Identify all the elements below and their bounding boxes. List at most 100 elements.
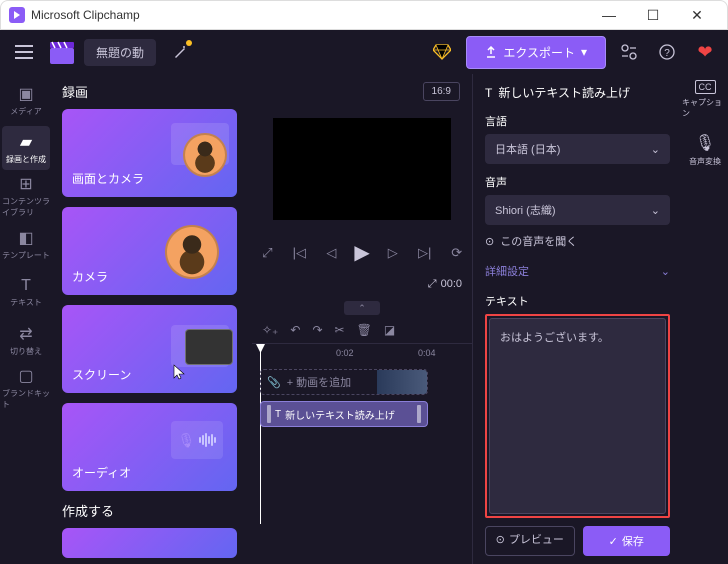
tts-text-input[interactable]: おはようございます。 [489, 318, 666, 514]
export-button[interactable]: エクスポート ▾ [466, 36, 606, 69]
audio-convert-label: 音声変換 [689, 156, 721, 167]
captions-button[interactable]: CC キャプション [682, 80, 728, 119]
expand-timeline-icon[interactable]: ⤢ [428, 278, 437, 291]
expand-button[interactable]: ⤢ [258, 245, 276, 261]
nav-library[interactable]: ⊞コンテンツライブラリ [2, 174, 50, 218]
nav-templates[interactable]: ◧テンプレート [2, 222, 50, 266]
chevron-down-icon: ▾ [581, 45, 587, 59]
microphone-icon: 🎙 [178, 432, 196, 449]
skip-start-button[interactable]: |◁ [290, 245, 308, 261]
play-button[interactable]: ▶ [354, 240, 369, 265]
clipchamp-icon [9, 7, 25, 23]
card-label: カメラ [72, 268, 108, 285]
transport-controls: ⤢ |◁ ◁ ▶ ▷ ▷| ⟳ [258, 240, 465, 265]
time-display: ⤢ 00:0 [428, 278, 462, 291]
magic-wand-button[interactable] [164, 36, 196, 68]
tts-text-highlight: おはようございます。 [485, 314, 670, 518]
card-screen-camera[interactable]: 画面とカメラ [62, 109, 237, 197]
nav-record[interactable]: ▰ 録画と作成 [2, 126, 50, 170]
voice-label: 音声 [485, 174, 670, 190]
prev-frame-button[interactable]: ◁ [322, 245, 340, 261]
tts-clip[interactable]: T 新しいテキスト読み上げ [260, 401, 428, 427]
clip-handle-left[interactable] [267, 405, 271, 423]
advanced-settings-toggle[interactable]: 詳細設定 ⌄ [485, 257, 670, 285]
time-elapsed: 00:0 [441, 278, 462, 291]
voice-dropdown[interactable]: Shiori (志織) ⌄ [485, 195, 670, 225]
tts-panel: T 新しいテキスト読み上げ 言語 日本語 (日本) ⌄ 音声 Shiori (志… [472, 74, 682, 564]
delete-button[interactable]: 🗑 [357, 323, 372, 337]
screen-preview-icon [171, 325, 229, 367]
preview-label: プレビュー [509, 534, 564, 547]
preview-button[interactable]: ⊙ プレビュー [485, 526, 575, 556]
waveform-icon [199, 433, 216, 447]
next-frame-button[interactable]: ▷ [384, 245, 402, 261]
typography-icon: T [485, 86, 492, 100]
captions-label: キャプション [682, 97, 728, 119]
check-icon: ✓ [609, 535, 618, 548]
clapperboard-icon [48, 38, 76, 66]
card-label: 画面とカメラ [72, 170, 144, 187]
language-dropdown[interactable]: 日本語 (日本) ⌄ [485, 134, 670, 164]
transition-icon: ⇄ [19, 324, 32, 344]
voice-value: Shiori (志織) [495, 202, 556, 218]
project-title[interactable]: 無題の動 [84, 39, 156, 66]
card-screen[interactable]: スクリーン [62, 305, 237, 393]
video-canvas[interactable] [273, 118, 451, 220]
top-toolbar: 無題の動 エクスポート ▾ ? ❤ [0, 30, 728, 74]
time-tick: 0:04 [418, 348, 436, 358]
nav-text[interactable]: Tテキスト [2, 270, 50, 314]
menu-button[interactable] [8, 36, 40, 68]
minimize-button[interactable]: — [587, 0, 631, 30]
play-circle-icon: ⊙ [496, 534, 505, 547]
nav-label: メディア [10, 106, 41, 117]
card-create-item[interactable] [62, 528, 237, 558]
cc-icon: CC [695, 80, 716, 94]
settings-button[interactable] [614, 37, 644, 67]
card-label: オーディオ [72, 464, 131, 481]
cursor-icon [173, 364, 187, 383]
split-button[interactable]: ◪ [384, 323, 395, 337]
video-thumbnail [377, 370, 427, 394]
help-button[interactable]: ? [652, 37, 682, 67]
text-label: テキスト [485, 293, 670, 309]
redo-button[interactable]: ↷ [312, 323, 322, 337]
canvas-area: 16:9 ⤢ |◁ ◁ ▶ ▷ ▷| ⟳ ⤢ 00:0 [252, 74, 472, 299]
save-button[interactable]: ✓ 保存 [583, 526, 671, 556]
time-tick: 0:02 [336, 348, 354, 358]
nav-brandkit[interactable]: ▢ブランドキット [2, 366, 50, 410]
aspect-ratio-button[interactable]: 16:9 [423, 82, 460, 101]
card-label: スクリーン [72, 366, 131, 383]
notification-dot [186, 40, 192, 46]
nav-label: ブランドキット [2, 388, 50, 410]
card-camera[interactable]: カメラ [62, 207, 237, 295]
panel-expander[interactable]: ⌃ [252, 299, 472, 317]
nav-transitions[interactable]: ⇄切り替え [2, 318, 50, 362]
panel-header-record: 録画 [62, 82, 242, 101]
skip-end-button[interactable]: ▷| [416, 245, 434, 261]
timeline-ruler[interactable]: 0:02 0:04 [252, 343, 472, 365]
undo-button[interactable]: ↶ [290, 323, 300, 337]
advanced-label: 詳細設定 [485, 263, 529, 279]
nav-media[interactable]: ▣メディア [2, 78, 50, 122]
add-video-track[interactable]: 📎 + 動画を追加 [260, 369, 428, 395]
maximize-button[interactable]: ☐ [631, 0, 675, 30]
add-track-button[interactable]: ✧₊ [262, 323, 278, 337]
cut-button[interactable]: ✂ [335, 323, 345, 337]
window-titlebar: Microsoft Clipchamp — ☐ ✕ [0, 0, 728, 30]
premium-button[interactable] [426, 36, 458, 68]
typography-icon: T [275, 409, 281, 420]
clip-handle-right[interactable] [417, 405, 421, 423]
avatar-preview [165, 225, 219, 279]
audio-preview-icon: 🎙 [171, 421, 223, 459]
listen-voice-button[interactable]: ⊙ この音声を聞く [485, 233, 670, 249]
close-button[interactable]: ✕ [675, 0, 719, 30]
card-audio[interactable]: 🎙 オーディオ [62, 403, 237, 491]
chevron-up-icon: ⌃ [358, 303, 366, 314]
svg-text:?: ? [664, 48, 670, 59]
audio-convert-button[interactable]: 🎙 音声変換 [689, 133, 721, 167]
loop-button[interactable]: ⟳ [448, 245, 466, 261]
camera-icon: ▰ [20, 132, 32, 152]
favorite-button[interactable]: ❤ [690, 37, 720, 67]
sidebar-nav: ▣メディア ▰ 録画と作成 ⊞コンテンツライブラリ ◧テンプレート Tテキスト ⇄… [0, 74, 52, 564]
nav-label: 録画と作成 [6, 154, 46, 165]
